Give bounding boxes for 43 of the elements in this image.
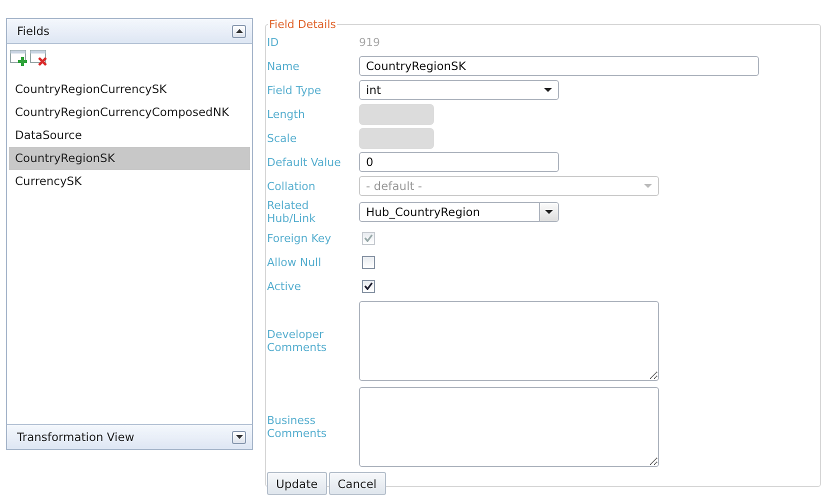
expand-arrow-icon <box>236 435 242 439</box>
field-label: Active <box>267 280 302 292</box>
section-title: Field Details <box>268 18 338 31</box>
panel-header[interactable]: Transformation View <box>7 424 252 449</box>
checkbox[interactable] <box>362 280 375 292</box>
dropdown[interactable]: Hub_CountryRegion <box>359 202 559 222</box>
text-field[interactable]: 0 <box>359 152 559 172</box>
add-icon[interactable] <box>10 50 28 66</box>
comment-field[interactable] <box>359 387 659 467</box>
field-label: Collation <box>267 180 316 192</box>
field-label: Scale <box>267 132 298 144</box>
collapse-button[interactable] <box>232 24 246 38</box>
dropdown-arrow-icon <box>544 88 552 92</box>
collapse-arrow-icon <box>236 29 242 33</box>
field-label: Business Comments <box>267 414 328 440</box>
panel-title: Fields <box>17 24 50 38</box>
list-item[interactable]: CountryRegionCurrencyComposedNK <box>9 101 250 124</box>
dropdown-arrow-icon <box>545 210 553 214</box>
checkbox[interactable] <box>362 256 375 268</box>
field-label: ID <box>267 36 280 48</box>
field-label: Developer Comments <box>267 328 328 354</box>
panel-title: Transformation View <box>17 430 134 444</box>
list-item[interactable]: CountryRegionSK <box>9 147 250 170</box>
field-value: 919 <box>359 36 380 48</box>
list-item[interactable]: DataSource <box>9 124 250 147</box>
delete-icon[interactable] <box>30 50 48 66</box>
field-label: Foreign Key <box>267 232 332 244</box>
list-item[interactable]: CountryRegionCurrencySK <box>9 78 250 101</box>
expand-button[interactable] <box>232 430 246 444</box>
list-item[interactable]: CurrencySK <box>9 170 250 193</box>
field-label: Default Value <box>267 156 342 168</box>
text-field[interactable]: CountryRegionSK <box>359 56 759 76</box>
field-label: Allow Null <box>267 256 322 268</box>
cancel-button[interactable]: Cancel <box>328 472 386 495</box>
update-button[interactable]: Update <box>267 472 327 495</box>
field-label: Field Type <box>267 84 322 96</box>
dropdown-arrow-icon <box>644 184 652 188</box>
comment-field[interactable] <box>359 301 659 381</box>
field-label: Name <box>267 60 300 72</box>
field-label: Length <box>267 108 306 120</box>
panel-header[interactable]: Fields <box>7 19 252 44</box>
dropdown[interactable]: int <box>359 80 559 100</box>
field-label: Related Hub/Link <box>267 199 316 225</box>
